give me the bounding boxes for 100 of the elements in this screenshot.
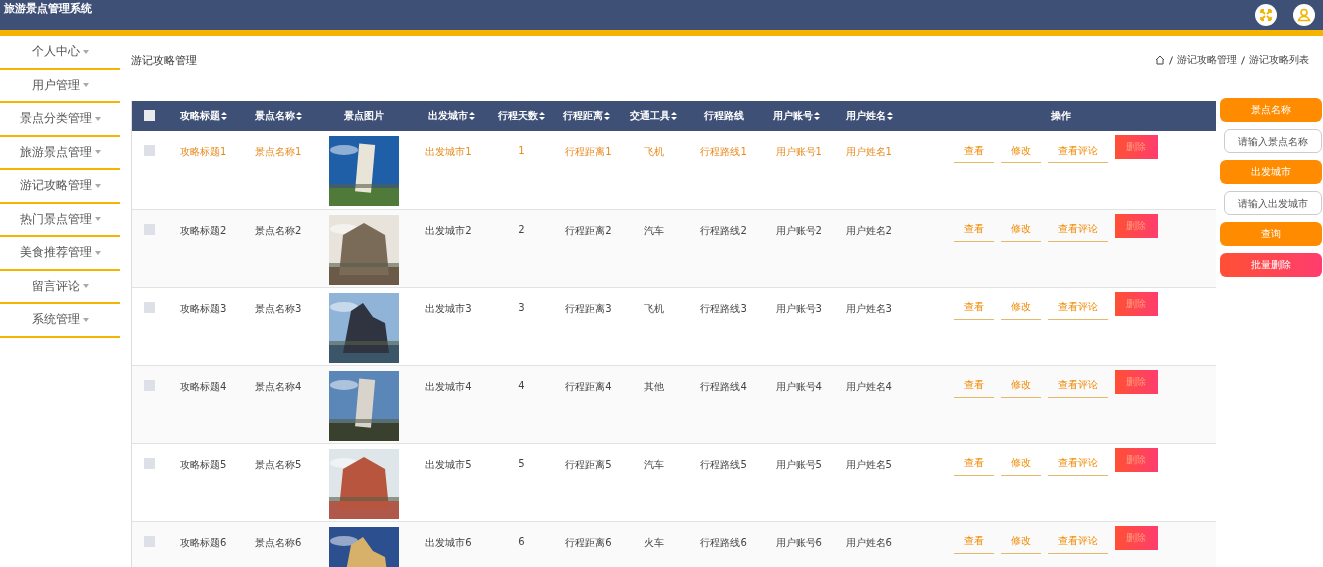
column-header[interactable]: 景点名称 bbox=[255, 109, 303, 123]
action-button[interactable]: 查看 bbox=[953, 529, 994, 554]
table-cell: 汽车 bbox=[643, 224, 664, 236]
table-cell: 出发城市3 bbox=[425, 302, 472, 314]
table-cell: 出发城市1 bbox=[425, 146, 472, 157]
sidebar-item[interactable]: 游记攻略管理 bbox=[0, 170, 120, 204]
caret-icon bbox=[82, 83, 89, 88]
column-header[interactable]: 行程距离 bbox=[562, 109, 610, 123]
sidebar-item[interactable]: 留言评论 bbox=[0, 270, 120, 304]
action-button[interactable]: 修改 bbox=[1000, 451, 1041, 476]
sort-icon[interactable] bbox=[468, 112, 475, 120]
table-cell: 飞机 bbox=[643, 146, 664, 157]
delete-button[interactable]: 删除 bbox=[1114, 291, 1158, 316]
table-cell: 用户姓名6 bbox=[845, 536, 892, 548]
column-header[interactable]: 攻略标题 bbox=[180, 109, 228, 123]
column-header[interactable]: 用户姓名 bbox=[845, 109, 893, 123]
delete-button[interactable]: 删除 bbox=[1114, 525, 1158, 550]
search-field[interactable]: 请输入出发城市 bbox=[1224, 191, 1322, 215]
action-button[interactable]: 查看评论 bbox=[1047, 373, 1108, 398]
action-button[interactable]: 修改 bbox=[1000, 295, 1041, 320]
action-button[interactable]: 修改 bbox=[1000, 217, 1041, 242]
row-checkbox[interactable] bbox=[143, 145, 155, 156]
action-button[interactable]: 查看 bbox=[953, 139, 994, 163]
action-button[interactable]: 查看 bbox=[953, 217, 994, 242]
column-header[interactable]: 交通工具 bbox=[630, 109, 678, 123]
caret-icon bbox=[82, 284, 89, 289]
action-button[interactable]: 查看评论 bbox=[1047, 295, 1108, 320]
table-cell: 攻略标题4 bbox=[180, 380, 227, 392]
table-cell: 景点名称5 bbox=[255, 458, 302, 470]
action-button[interactable]: 查看评论 bbox=[1047, 451, 1108, 476]
delete-button[interactable]: 删除 bbox=[1114, 213, 1158, 238]
delete-button[interactable]: 删除 bbox=[1114, 135, 1158, 159]
table-cell: 行程距离5 bbox=[565, 458, 612, 470]
caret-icon bbox=[94, 116, 101, 121]
user-icon[interactable] bbox=[1293, 4, 1315, 26]
table-cell: 5 bbox=[518, 457, 525, 469]
action-button[interactable]: 查看评论 bbox=[1047, 217, 1108, 242]
select-all-checkbox[interactable] bbox=[143, 109, 155, 121]
delete-button[interactable]: 删除 bbox=[1114, 447, 1158, 472]
search-button[interactable]: 查询 bbox=[1220, 222, 1322, 246]
row-checkbox[interactable] bbox=[143, 535, 155, 547]
separator-icon bbox=[1241, 55, 1245, 65]
sidebar-item[interactable]: 系统管理 bbox=[0, 304, 120, 338]
caret-icon bbox=[94, 217, 101, 222]
row-checkbox[interactable] bbox=[143, 379, 155, 391]
sort-icon[interactable] bbox=[671, 112, 678, 120]
table-cell: 出发城市5 bbox=[425, 458, 472, 470]
table-cell: 其他 bbox=[643, 380, 664, 392]
table-cell: 景点名称6 bbox=[255, 536, 302, 548]
sort-icon[interactable] bbox=[603, 112, 610, 120]
action-button[interactable]: 修改 bbox=[1000, 373, 1041, 398]
table-cell: 用户姓名3 bbox=[845, 302, 892, 314]
table-cell: 景点名称3 bbox=[255, 302, 302, 314]
sidebar-item[interactable]: 旅游景点管理 bbox=[0, 136, 120, 170]
row-checkbox[interactable] bbox=[143, 457, 155, 469]
home-icon[interactable] bbox=[1155, 55, 1165, 65]
row-checkbox[interactable] bbox=[143, 223, 155, 235]
search-field[interactable]: 请输入景点名称 bbox=[1224, 129, 1322, 153]
page-title: 游记攻略管理 bbox=[131, 53, 197, 68]
caret-icon bbox=[82, 317, 89, 322]
breadcrumb-item: 游记攻略列表 bbox=[1249, 53, 1309, 67]
batch-delete-button[interactable]: 批量删除 bbox=[1220, 253, 1322, 277]
table-cell: 火车 bbox=[643, 536, 664, 548]
column-header[interactable]: 出发城市 bbox=[427, 109, 475, 123]
action-button[interactable]: 修改 bbox=[1000, 529, 1041, 554]
breadcrumb-item[interactable]: 游记攻略管理 bbox=[1177, 53, 1237, 67]
table-cell: 景点名称1 bbox=[255, 146, 302, 157]
delete-button[interactable]: 删除 bbox=[1114, 369, 1158, 394]
table-cell: 出发城市6 bbox=[425, 536, 472, 548]
table-cell: 3 bbox=[518, 301, 525, 313]
column-header[interactable]: 行程天数 bbox=[497, 109, 545, 123]
sort-icon[interactable] bbox=[886, 112, 893, 120]
action-button[interactable]: 查看 bbox=[953, 451, 994, 476]
row-checkbox[interactable] bbox=[143, 301, 155, 313]
sidebar-item[interactable]: 用户管理 bbox=[0, 69, 120, 103]
sidebar-item[interactable]: 美食推荐管理 bbox=[0, 237, 120, 271]
sidebar-item[interactable]: 景点分类管理 bbox=[0, 103, 120, 137]
table-cell: 行程距离3 bbox=[565, 302, 612, 314]
sidebar-item[interactable]: 热门景点管理 bbox=[0, 203, 120, 237]
sort-icon[interactable] bbox=[296, 112, 303, 120]
table-cell: 用户账号2 bbox=[775, 224, 822, 236]
action-button[interactable]: 查看评论 bbox=[1047, 529, 1108, 554]
fullscreen-icon[interactable] bbox=[1255, 4, 1277, 26]
action-button[interactable]: 查看 bbox=[953, 295, 994, 320]
action-button[interactable]: 修改 bbox=[1000, 139, 1041, 163]
caret-icon bbox=[94, 183, 101, 188]
sort-icon[interactable] bbox=[538, 112, 545, 120]
column-header[interactable]: 用户账号 bbox=[773, 109, 821, 123]
table-cell: 用户账号5 bbox=[775, 458, 822, 470]
sidebar-item[interactable]: 个人中心 bbox=[0, 36, 120, 70]
table-cell: 6 bbox=[518, 535, 525, 547]
table-cell: 出发城市2 bbox=[425, 224, 472, 236]
caret-icon bbox=[94, 250, 101, 255]
table-cell: 攻略标题5 bbox=[180, 458, 227, 470]
sort-icon[interactable] bbox=[814, 112, 821, 120]
sort-icon[interactable] bbox=[221, 112, 228, 120]
caret-icon bbox=[82, 49, 89, 54]
action-button[interactable]: 查看评论 bbox=[1047, 139, 1108, 163]
action-button[interactable]: 查看 bbox=[953, 373, 994, 398]
table-cell: 行程距离2 bbox=[565, 224, 612, 236]
